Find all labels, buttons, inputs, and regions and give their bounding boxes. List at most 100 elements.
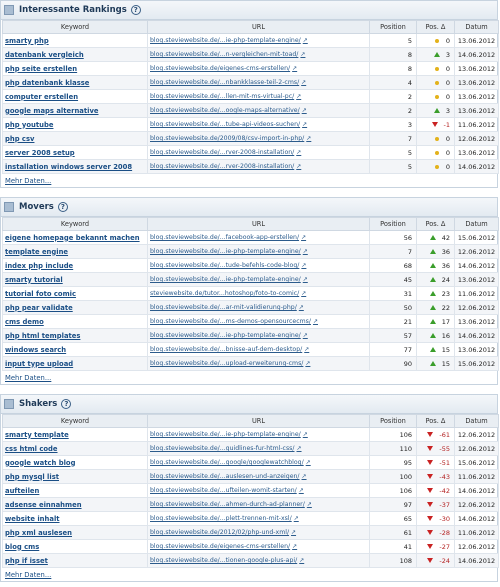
external-link-icon[interactable]: ↗ <box>305 360 310 367</box>
external-link-icon[interactable]: ↗ <box>299 304 304 311</box>
url-link[interactable]: blog.steviewebsite.de/...facebook-app-er… <box>150 234 299 241</box>
keyword-link[interactable]: css html code <box>2 441 148 456</box>
keyword-link[interactable]: computer erstellen <box>2 89 148 104</box>
col-header-pos-delta[interactable]: Pos. Δ <box>416 414 455 428</box>
keyword-link[interactable]: php mysql list <box>2 469 148 484</box>
keyword-link[interactable]: php seite erstellen <box>2 61 148 76</box>
keyword-link[interactable]: smarty template <box>2 427 148 442</box>
external-link-icon[interactable]: ↗ <box>301 234 306 241</box>
url-link[interactable]: blog.steviewebsite.de/...upload-erweiter… <box>150 360 303 367</box>
external-link-icon[interactable]: ↗ <box>304 346 309 353</box>
keyword-link[interactable]: datenbank vergleich <box>2 47 148 62</box>
url-link[interactable]: blog.steviewebsite.de/...ie-php-template… <box>150 276 301 283</box>
help-icon[interactable]: ? <box>57 202 68 212</box>
url-link[interactable]: blog.steviewebsite.de/...rver-2008-insta… <box>150 163 294 170</box>
external-link-icon[interactable]: ↗ <box>303 332 308 339</box>
url-link[interactable]: blog.steviewebsite.de/...plett-trennen-m… <box>150 515 292 522</box>
external-link-icon[interactable]: ↗ <box>302 121 307 128</box>
external-link-icon[interactable]: ↗ <box>299 557 304 564</box>
url-link[interactable]: blog.steviewebsite.de/...ahmen-durch-ad-… <box>150 501 305 508</box>
external-link-icon[interactable]: ↗ <box>292 65 297 72</box>
external-link-icon[interactable]: ↗ <box>299 487 304 494</box>
external-link-icon[interactable]: ↗ <box>303 37 308 44</box>
external-link-icon[interactable]: ↗ <box>302 473 307 480</box>
external-link-icon[interactable]: ↗ <box>300 51 305 58</box>
col-header-url[interactable]: URL <box>147 414 370 428</box>
keyword-link[interactable]: php youtube <box>2 117 148 132</box>
keyword-link[interactable]: cms demo <box>2 314 148 329</box>
external-link-icon[interactable]: ↗ <box>306 459 311 466</box>
keyword-link[interactable]: blog cms <box>2 539 148 554</box>
external-link-icon[interactable]: ↗ <box>307 501 312 508</box>
url-link[interactable]: blog.steviewebsite.de/eigenes-cms-erstel… <box>150 543 290 550</box>
external-link-icon[interactable]: ↗ <box>301 262 306 269</box>
url-link[interactable]: blog.steviewebsite.de/...ar-mit-validier… <box>150 304 297 311</box>
col-header-keyword[interactable]: Keyword <box>2 20 148 34</box>
col-header-url[interactable]: URL <box>147 20 370 34</box>
external-link-icon[interactable]: ↗ <box>313 318 318 325</box>
keyword-link[interactable]: index php include <box>2 258 148 273</box>
url-link[interactable]: blog.steviewebsite.de/...rver-2008-insta… <box>150 149 294 156</box>
url-link[interactable]: blog.steviewebsite.de/...auslesen-und-an… <box>150 473 300 480</box>
keyword-link[interactable]: smarty tutorial <box>2 272 148 287</box>
col-header-url[interactable]: URL <box>147 217 370 231</box>
help-icon[interactable]: ? <box>61 399 72 409</box>
col-header-keyword[interactable]: Keyword <box>2 414 148 428</box>
url-link[interactable]: blog.steviewebsite.de/...ie-php-template… <box>150 332 301 339</box>
help-icon[interactable]: ? <box>130 5 141 15</box>
more-data-link[interactable]: Mehr Daten... <box>1 371 497 384</box>
keyword-link[interactable]: aufteilen <box>2 483 148 498</box>
keyword-link[interactable]: php csv <box>2 131 148 146</box>
keyword-link[interactable]: php html templates <box>2 328 148 343</box>
external-link-icon[interactable]: ↗ <box>296 93 301 100</box>
keyword-link[interactable]: php datenbank klasse <box>2 75 148 90</box>
keyword-link[interactable]: php pear validate <box>2 300 148 315</box>
col-header-position[interactable]: Position <box>369 20 417 34</box>
url-link[interactable]: blog.steviewebsite.de/...llen-mit-ms-vir… <box>150 93 294 100</box>
external-link-icon[interactable]: ↗ <box>302 107 307 114</box>
url-link[interactable]: steviewebsite.de/tutor...hotoshop/foto-t… <box>150 290 299 297</box>
url-link[interactable]: blog.steviewebsite.de/...oogle-maps-alte… <box>150 107 300 114</box>
col-header-pos-delta[interactable]: Pos. Δ <box>416 217 455 231</box>
external-link-icon[interactable]: ↗ <box>306 135 311 142</box>
external-link-icon[interactable]: ↗ <box>294 515 299 522</box>
external-link-icon[interactable]: ↗ <box>296 163 301 170</box>
url-link[interactable]: blog.steviewebsite.de/...google/googlewa… <box>150 459 304 466</box>
url-link[interactable]: blog.steviewebsite.de/...guidlines-fur-h… <box>150 445 295 452</box>
col-header-pos-delta[interactable]: Pos. Δ <box>416 20 455 34</box>
external-link-icon[interactable]: ↗ <box>292 543 297 550</box>
keyword-link[interactable]: server 2008 setup <box>2 145 148 160</box>
external-link-icon[interactable]: ↗ <box>303 431 308 438</box>
keyword-link[interactable]: input type upload <box>2 356 148 371</box>
url-link[interactable]: blog.steviewebsite.de/...bnisse-auf-dem-… <box>150 346 302 353</box>
keyword-link[interactable]: template engine <box>2 244 148 259</box>
url-link[interactable]: blog.steviewebsite.de/2009/08/csv-import… <box>150 135 304 142</box>
url-link[interactable]: blog.steviewebsite.de/...n-vergleichen-m… <box>150 51 298 58</box>
keyword-link[interactable]: google maps alternative <box>2 103 148 118</box>
external-link-icon[interactable]: ↗ <box>303 276 308 283</box>
url-link[interactable]: blog.steviewebsite.de/...tionen-google-p… <box>150 557 297 564</box>
url-link[interactable]: blog.steviewebsite.de/...ie-php-template… <box>150 248 301 255</box>
url-link[interactable]: blog.steviewebsite.de/...ufteilen-womit-… <box>150 487 297 494</box>
keyword-link[interactable]: tutorial foto comic <box>2 286 148 301</box>
keyword-link[interactable]: adsense einnahmen <box>2 497 148 512</box>
url-link[interactable]: blog.steviewebsite.de/...nbankklasse-tei… <box>150 79 299 86</box>
keyword-link[interactable]: smarty php <box>2 33 148 48</box>
col-header-position[interactable]: Position <box>369 414 417 428</box>
external-link-icon[interactable]: ↗ <box>296 149 301 156</box>
external-link-icon[interactable]: ↗ <box>301 79 306 86</box>
url-link[interactable]: blog.steviewebsite.de/2012/02/php-und-xm… <box>150 529 289 536</box>
url-link[interactable]: blog.steviewebsite.de/...ie-php-template… <box>150 431 301 438</box>
keyword-link[interactable]: google watch blog <box>2 455 148 470</box>
col-header-datum[interactable]: Datum <box>454 414 499 428</box>
url-link[interactable]: blog.steviewebsite.de/...ms-demos-openso… <box>150 318 311 325</box>
col-header-datum[interactable]: Datum <box>454 217 499 231</box>
keyword-link[interactable]: website inhalt <box>2 511 148 526</box>
more-data-link[interactable]: Mehr Daten... <box>1 568 497 581</box>
external-link-icon[interactable]: ↗ <box>301 290 306 297</box>
col-header-position[interactable]: Position <box>369 217 417 231</box>
external-link-icon[interactable]: ↗ <box>291 529 296 536</box>
keyword-link[interactable]: php xml auslesen <box>2 525 148 540</box>
url-link[interactable]: blog.steviewebsite.de/...tude-befehls-co… <box>150 262 299 269</box>
col-header-datum[interactable]: Datum <box>454 20 499 34</box>
